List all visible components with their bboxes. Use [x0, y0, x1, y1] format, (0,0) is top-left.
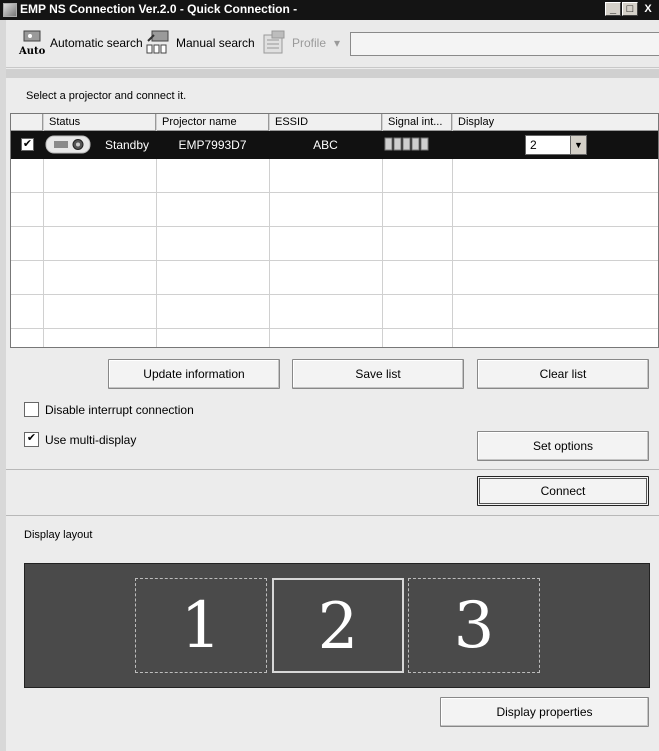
disable-interrupt-checkbox[interactable] — [24, 402, 39, 417]
divider — [6, 469, 659, 470]
toolbar-divider — [6, 69, 659, 78]
profile-field[interactable] — [350, 32, 659, 56]
projector-table[interactable]: Status Projector name ESSID Signal int..… — [10, 113, 659, 348]
display-screen-2[interactable]: 2 — [272, 578, 404, 673]
header-signal[interactable]: Signal int... — [382, 114, 452, 131]
signal-bar — [384, 137, 393, 151]
header-select — [11, 114, 43, 131]
row-checkbox[interactable]: ✔ — [21, 138, 34, 151]
signal-strength-meter — [384, 137, 434, 151]
close-button[interactable]: X — [640, 2, 656, 16]
signal-bars — [384, 137, 429, 151]
automatic-search-label: Automatic search — [50, 36, 143, 50]
table-row[interactable] — [11, 295, 658, 329]
essid: ABC — [313, 138, 338, 152]
signal-bar — [402, 137, 411, 151]
manual-search-button[interactable]: Manual search — [144, 28, 255, 58]
divider — [6, 515, 659, 516]
header-display[interactable]: Display — [452, 114, 658, 131]
profile-dropdown-icon[interactable]: ▾ — [334, 36, 340, 50]
title-bar[interactable]: EMP NS Connection Ver.2.0 - Quick Connec… — [0, 0, 659, 20]
window-title: EMP NS Connection Ver.2.0 - Quick Connec… — [20, 2, 298, 16]
toolbar: Auto Automatic search Manual search Prof… — [6, 20, 659, 68]
header-essid[interactable]: ESSID — [269, 114, 382, 131]
chevron-down-icon[interactable]: ▼ — [570, 136, 586, 154]
update-information-button[interactable]: Update information — [108, 359, 280, 389]
profile-icon — [260, 29, 288, 57]
multi-display-checkbox[interactable]: ✔ — [24, 432, 39, 447]
signal-bar — [411, 137, 420, 151]
signal-bar — [393, 137, 402, 151]
table-row[interactable] — [11, 227, 658, 261]
header-projector-name[interactable]: Projector name — [156, 114, 269, 131]
app-icon — [3, 3, 17, 17]
minimize-button[interactable]: _ — [605, 2, 621, 16]
maximize-button[interactable]: □ — [622, 2, 638, 16]
manual-search-icon — [144, 29, 172, 57]
profile-button[interactable]: Profile ▾ — [260, 28, 340, 58]
table-row[interactable] — [11, 193, 658, 227]
disable-interrupt-label: Disable interrupt connection — [45, 402, 194, 417]
profile-label: Profile — [292, 36, 327, 50]
automatic-search-button[interactable]: Auto Automatic search — [18, 28, 143, 58]
set-options-button[interactable]: Set options — [477, 431, 649, 461]
header-status[interactable]: Status — [43, 114, 156, 131]
table-row[interactable]: ✔ Standby EMP7993D7 ABC 2 ▼ — [11, 131, 658, 159]
display-layout-label: Display layout — [24, 529, 93, 541]
table-row[interactable] — [11, 159, 658, 193]
disable-interrupt-option[interactable]: Disable interrupt connection — [24, 402, 194, 417]
instruction-text: Select a projector and connect it. — [26, 90, 187, 102]
display-select[interactable]: 2 ▼ — [525, 135, 587, 155]
save-list-button[interactable]: Save list — [292, 359, 464, 389]
display-properties-button[interactable]: Display properties — [440, 697, 649, 727]
display-layout-panel: 1 2 3 — [24, 563, 650, 688]
auto-search-icon: Auto — [18, 29, 46, 57]
signal-bar — [420, 137, 429, 151]
multi-display-option[interactable]: ✔ Use multi-display — [24, 432, 136, 447]
connect-button[interactable]: Connect — [477, 476, 649, 506]
display-screen-3[interactable]: 3 — [408, 578, 540, 673]
clear-list-button[interactable]: Clear list — [477, 359, 649, 389]
manual-search-label: Manual search — [176, 36, 255, 50]
projector-icon — [45, 134, 91, 155]
projector-name: EMP7993D7 — [178, 138, 247, 152]
table-row[interactable] — [11, 329, 658, 347]
svg-text:Auto: Auto — [18, 46, 46, 57]
multi-display-label: Use multi-display — [45, 432, 137, 447]
display-select-value: 2 — [530, 138, 537, 152]
table-row[interactable] — [11, 261, 658, 295]
status-text: Standby — [105, 138, 150, 152]
display-screen-1[interactable]: 1 — [135, 578, 267, 673]
